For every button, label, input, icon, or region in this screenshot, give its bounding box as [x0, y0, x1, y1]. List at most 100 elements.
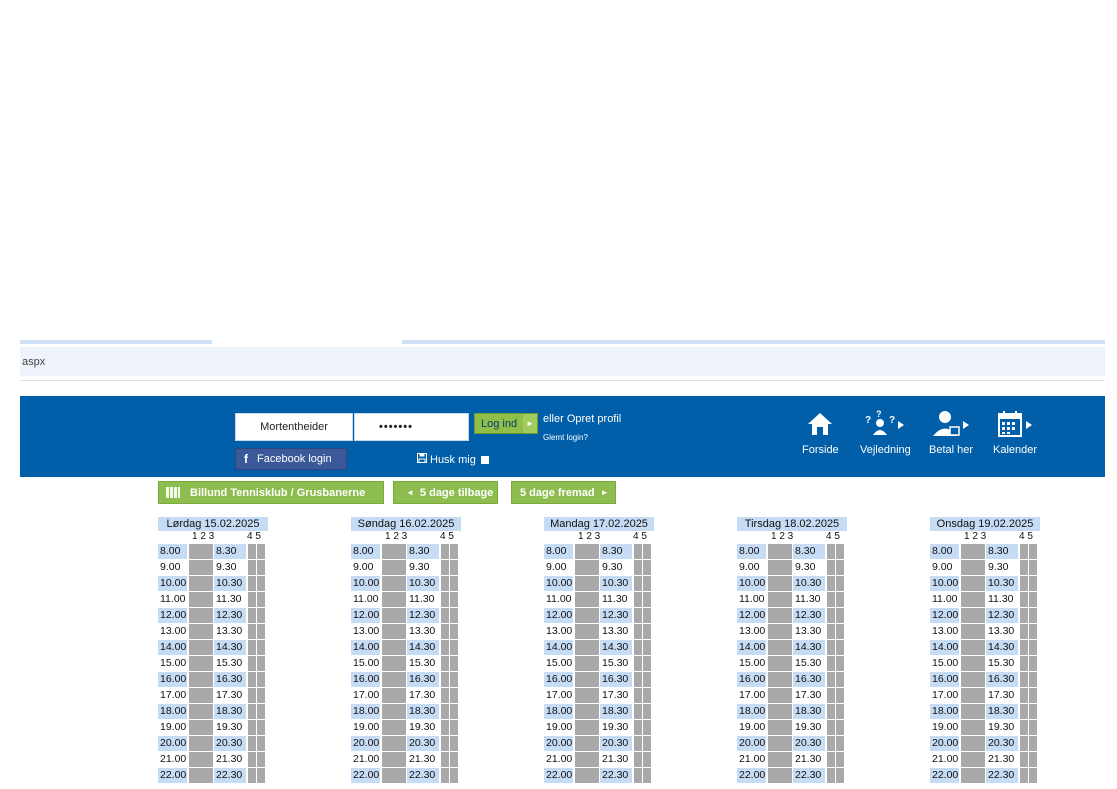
court-slot[interactable] [836, 720, 844, 735]
court-slot[interactable] [634, 768, 642, 783]
court-slot[interactable] [390, 768, 398, 783]
court-slot[interactable] [643, 752, 651, 767]
court-slot[interactable] [248, 576, 256, 591]
court-slot[interactable] [768, 640, 776, 655]
court-slot[interactable] [784, 592, 792, 607]
court-slot[interactable] [591, 704, 599, 719]
court-slot[interactable] [1029, 736, 1037, 751]
court-slot[interactable] [205, 576, 213, 591]
court-slot[interactable] [768, 592, 776, 607]
court-slot[interactable] [398, 624, 406, 639]
court-slot[interactable] [827, 544, 835, 559]
court-slot[interactable] [441, 672, 449, 687]
court-slot[interactable] [205, 768, 213, 783]
court-slot[interactable] [205, 592, 213, 607]
court-slot[interactable] [189, 560, 197, 575]
court-slot[interactable] [969, 592, 977, 607]
court-slot[interactable] [591, 576, 599, 591]
court-slot[interactable] [768, 656, 776, 671]
court-slot[interactable] [784, 640, 792, 655]
court-slot[interactable] [776, 544, 784, 559]
court-slot[interactable] [1029, 544, 1037, 559]
court-slot[interactable] [634, 640, 642, 655]
court-slot[interactable] [398, 576, 406, 591]
court-slot[interactable] [1020, 576, 1028, 591]
court-slot[interactable] [1029, 560, 1037, 575]
nav-kalender[interactable]: Kalender [993, 408, 1037, 456]
court-slot[interactable] [768, 688, 776, 703]
court-slot[interactable] [827, 656, 835, 671]
court-slot[interactable] [1029, 688, 1037, 703]
court-slot[interactable] [248, 544, 256, 559]
court-slot[interactable] [634, 704, 642, 719]
court-slot[interactable] [189, 544, 197, 559]
court-slot[interactable] [827, 672, 835, 687]
court-slot[interactable] [450, 656, 458, 671]
court-slot[interactable] [189, 656, 197, 671]
court-slot[interactable] [977, 608, 985, 623]
remember-me[interactable]: Husk mig [417, 453, 489, 466]
court-slot[interactable] [768, 544, 776, 559]
court-slot[interactable] [583, 768, 591, 783]
court-slot[interactable] [1020, 736, 1028, 751]
court-slot[interactable] [441, 576, 449, 591]
court-slot[interactable] [450, 640, 458, 655]
court-slot[interactable] [827, 640, 835, 655]
court-slot[interactable] [827, 704, 835, 719]
court-slot[interactable] [205, 736, 213, 751]
court-slot[interactable] [827, 576, 835, 591]
court-slot[interactable] [248, 688, 256, 703]
court-slot[interactable] [1029, 704, 1037, 719]
court-slot[interactable] [969, 768, 977, 783]
court-slot[interactable] [197, 768, 205, 783]
court-slot[interactable] [575, 768, 583, 783]
court-slot[interactable] [961, 624, 969, 639]
court-slot[interactable] [257, 736, 265, 751]
court-slot[interactable] [961, 592, 969, 607]
court-slot[interactable] [575, 720, 583, 735]
court-slot[interactable] [382, 672, 390, 687]
court-slot[interactable] [205, 688, 213, 703]
court-slot[interactable] [776, 656, 784, 671]
court-slot[interactable] [398, 672, 406, 687]
court-slot[interactable] [977, 544, 985, 559]
court-slot[interactable] [1020, 768, 1028, 783]
username-field[interactable]: Mortentheider [235, 413, 353, 441]
court-slot[interactable] [382, 656, 390, 671]
court-slot[interactable] [776, 592, 784, 607]
court-slot[interactable] [827, 608, 835, 623]
court-slot[interactable] [398, 752, 406, 767]
court-slot[interactable] [575, 672, 583, 687]
court-slot[interactable] [768, 608, 776, 623]
court-slot[interactable] [977, 656, 985, 671]
court-slot[interactable] [382, 752, 390, 767]
court-slot[interactable] [1029, 592, 1037, 607]
court-slot[interactable] [382, 560, 390, 575]
court-slot[interactable] [836, 768, 844, 783]
court-slot[interactable] [969, 688, 977, 703]
court-slot[interactable] [961, 704, 969, 719]
court-slot[interactable] [450, 672, 458, 687]
court-slot[interactable] [575, 752, 583, 767]
court-slot[interactable] [1020, 752, 1028, 767]
court-slot[interactable] [836, 544, 844, 559]
court-slot[interactable] [977, 592, 985, 607]
court-slot[interactable] [591, 752, 599, 767]
court-slot[interactable] [197, 656, 205, 671]
court-slot[interactable] [977, 720, 985, 735]
login-button[interactable]: Log ind ► [474, 413, 538, 434]
court-slot[interactable] [961, 752, 969, 767]
court-slot[interactable] [977, 768, 985, 783]
court-slot[interactable] [390, 688, 398, 703]
court-slot[interactable] [784, 768, 792, 783]
court-slot[interactable] [1029, 576, 1037, 591]
court-slot[interactable] [398, 656, 406, 671]
court-slot[interactable] [591, 736, 599, 751]
court-slot[interactable] [1029, 624, 1037, 639]
court-slot[interactable] [776, 624, 784, 639]
court-slot[interactable] [583, 576, 591, 591]
court-slot[interactable] [382, 544, 390, 559]
court-slot[interactable] [583, 688, 591, 703]
court-slot[interactable] [575, 704, 583, 719]
court-slot[interactable] [583, 720, 591, 735]
